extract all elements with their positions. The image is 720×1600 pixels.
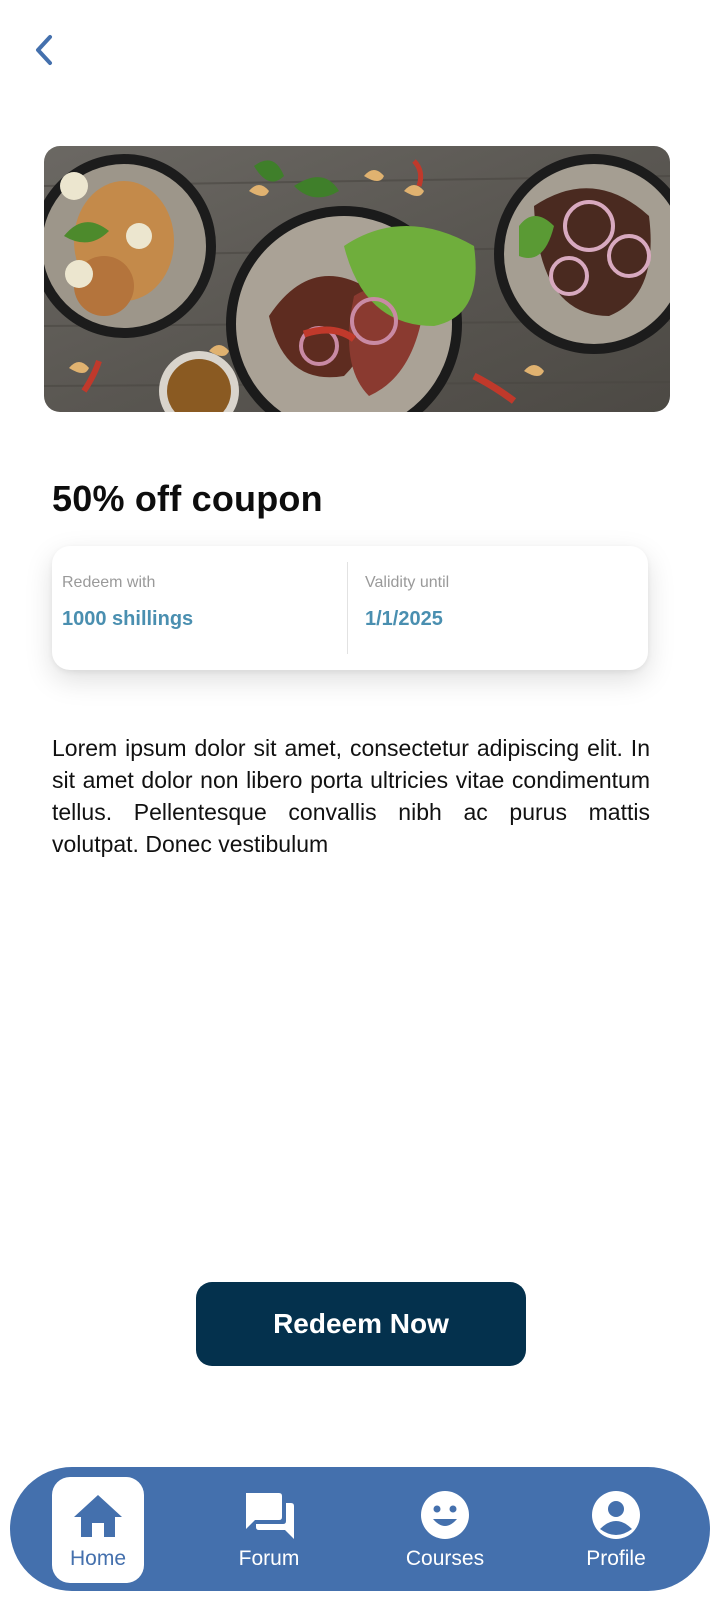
smiley-icon bbox=[421, 1491, 469, 1539]
redeem-now-button[interactable]: Redeem Now bbox=[196, 1282, 526, 1366]
validity-label: Validity until bbox=[365, 574, 450, 591]
offer-title: 50% off coupon bbox=[52, 478, 323, 519]
offer-description: Lorem ipsum dolor sit amet, consectetur … bbox=[52, 735, 650, 857]
food-platter-image bbox=[44, 146, 670, 412]
bottom-nav: Home Forum Courses Profile bbox=[10, 1467, 710, 1591]
offer-info-card: Redeem with 1000 shillings Validity unti… bbox=[52, 546, 648, 670]
nav-item-courses[interactable]: Courses bbox=[394, 1477, 496, 1583]
redeem-section: Redeem with 1000 shillings bbox=[52, 546, 345, 670]
nav-label-forum: Forum bbox=[238, 1547, 300, 1570]
nav-item-forum[interactable]: Forum bbox=[223, 1477, 315, 1583]
nav-label-courses: Courses bbox=[405, 1547, 485, 1570]
redeem-value: 1000 shillings bbox=[62, 608, 194, 630]
back-button[interactable] bbox=[26, 30, 62, 70]
forum-icon bbox=[246, 1493, 294, 1539]
hero-image bbox=[44, 146, 670, 412]
nav-label-profile: Profile bbox=[586, 1547, 646, 1570]
validity-value: 1/1/2025 bbox=[365, 608, 443, 630]
nav-item-home[interactable]: Home bbox=[52, 1477, 144, 1583]
nav-item-profile[interactable]: Profile bbox=[570, 1477, 662, 1583]
chevron-left-icon bbox=[36, 35, 52, 65]
profile-icon bbox=[592, 1491, 640, 1539]
nav-label-home: Home bbox=[69, 1547, 127, 1570]
redeem-label: Redeem with bbox=[62, 574, 156, 591]
home-icon bbox=[74, 1495, 122, 1537]
validity-section: Validity until 1/1/2025 bbox=[345, 546, 648, 670]
